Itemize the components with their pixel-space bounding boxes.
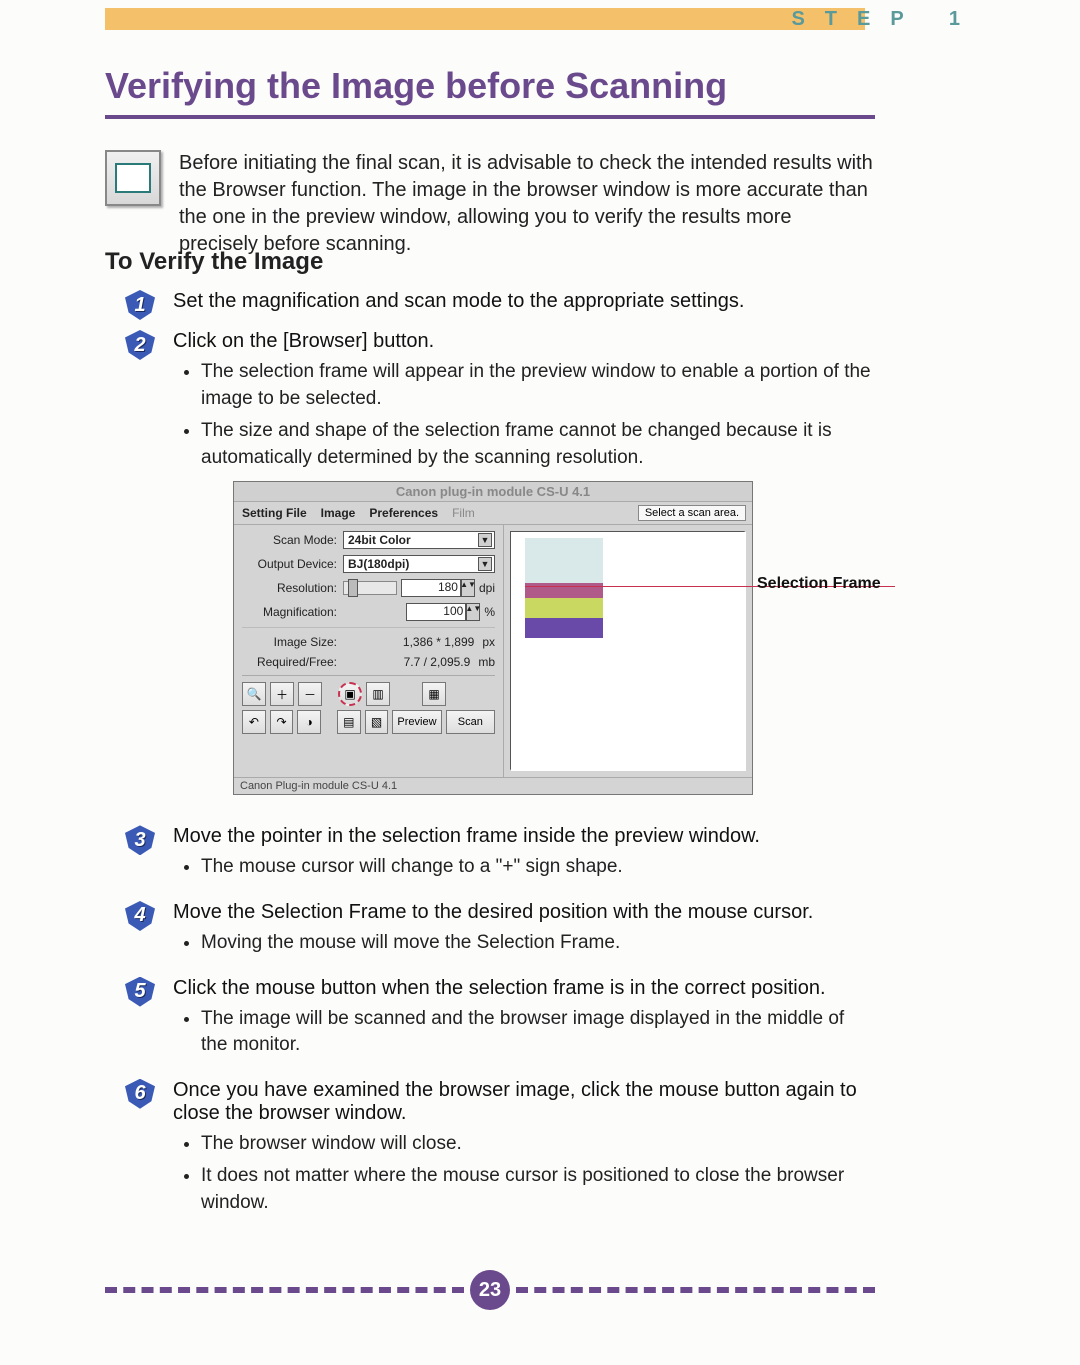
output-device-label: Output Device: xyxy=(242,557,337,571)
page-number: 23 xyxy=(470,1270,510,1310)
rotate-left-icon[interactable]: ↶ xyxy=(242,710,266,734)
step-number: 2 xyxy=(125,330,155,360)
step-item: 5 Click the mouse button when the select… xyxy=(125,977,875,1069)
header-bar xyxy=(105,8,865,30)
page-title: Verifying the Image before Scanning xyxy=(105,65,875,119)
scan-mode-select[interactable]: 24bit Color▼ xyxy=(343,531,495,549)
step-title: Click the mouse button when the selectio… xyxy=(173,977,875,1000)
step-number: 4 xyxy=(125,901,155,931)
step-number: 3 xyxy=(125,825,155,855)
step-bullet: The browser window will close. xyxy=(201,1131,875,1158)
required-free-unit: mb xyxy=(478,655,495,669)
page-footer: 23 xyxy=(105,1270,875,1310)
magnification-label: Magnification: xyxy=(242,605,337,619)
resolution-value[interactable]: 180 xyxy=(401,579,461,597)
step-bullet: The selection frame will appear in the p… xyxy=(201,359,875,412)
scan-icon[interactable]: ▦ xyxy=(422,682,446,706)
browser-icon xyxy=(105,150,161,206)
resolution-slider[interactable] xyxy=(343,581,397,595)
app-titlebar: Canon plug-in module CS-U 4.1 xyxy=(234,482,752,502)
step-number: 1 xyxy=(125,290,155,320)
step-item: 6 Once you have examined the browser ima… xyxy=(125,1079,875,1227)
rotate-right-icon[interactable]: ↷ xyxy=(270,710,294,734)
chevron-down-icon: ▼ xyxy=(478,557,492,571)
step-item: 4 Move the Selection Frame to the desire… xyxy=(125,901,875,967)
intro-text: Before initiating the final scan, it is … xyxy=(179,150,875,258)
preview-pane[interactable] xyxy=(510,531,746,771)
step-number: 6 xyxy=(125,1079,155,1109)
scan-mode-label: Scan Mode: xyxy=(242,533,337,547)
step-title: Move the pointer in the selection frame … xyxy=(173,825,875,848)
step-title: Click on the [Browser] button. xyxy=(173,330,875,353)
required-free-value: 7.7 / 2,095.9 xyxy=(343,655,474,669)
menu-image[interactable]: Image xyxy=(321,506,356,520)
steps-container: 1 Set the magnification and scan mode to… xyxy=(125,290,875,1237)
step-label: STEP 1 xyxy=(791,8,980,31)
footer-rule xyxy=(105,1287,464,1293)
step-item: 2 Click on the [Browser] button. The sel… xyxy=(125,330,875,815)
intro-block: Before initiating the final scan, it is … xyxy=(105,150,875,258)
image-size-label: Image Size: xyxy=(242,635,337,649)
browser-button[interactable]: ▣ xyxy=(338,682,362,706)
zoom-fit-icon[interactable]: 🔍 xyxy=(242,682,266,706)
zoom-in-icon[interactable]: ＋ xyxy=(270,682,294,706)
step-number: 5 xyxy=(125,977,155,1007)
adjust-icon[interactable]: ◑ xyxy=(297,710,321,734)
chevron-down-icon: ▼ xyxy=(478,533,492,547)
step-bullet: The image will be scanned and the browse… xyxy=(201,1006,875,1059)
sub-heading: To Verify the Image xyxy=(105,248,323,276)
output-device-select[interactable]: BJ(180dpi)▼ xyxy=(343,555,495,573)
selection-frame-label: Selection Frame xyxy=(757,575,881,593)
preview-icon[interactable]: ▥ xyxy=(366,682,390,706)
footer-rule xyxy=(516,1287,875,1293)
step-bullet: Moving the mouse will move the Selection… xyxy=(201,930,875,957)
hint-box: Select a scan area. xyxy=(638,505,746,521)
image-size-value: 1,386 * 1,899 xyxy=(343,635,478,649)
resolution-label: Resolution: xyxy=(242,581,337,595)
magnification-value[interactable]: 100 xyxy=(406,603,466,621)
resolution-unit: dpi xyxy=(479,581,495,595)
menu-setting-file[interactable]: Setting File xyxy=(242,506,307,520)
status-bar: Canon Plug-in module CS-U 4.1 xyxy=(234,777,752,794)
scan-button[interactable]: Scan xyxy=(446,710,495,734)
menu-film: Film xyxy=(452,506,475,520)
tool-icon[interactable]: ▧ xyxy=(365,710,389,734)
app-window: Canon plug-in module CS-U 4.1 Setting Fi… xyxy=(233,481,753,795)
preview-image xyxy=(525,538,603,638)
required-free-label: Required/Free: xyxy=(242,655,337,669)
step-bullet: The mouse cursor will change to a "+" si… xyxy=(201,854,875,881)
spinner[interactable]: ▲▼ xyxy=(461,579,475,597)
step-title: Once you have examined the browser image… xyxy=(173,1079,875,1125)
menu-preferences[interactable]: Preferences xyxy=(369,506,438,520)
step-title: Set the magnification and scan mode to t… xyxy=(173,290,875,313)
spinner[interactable]: ▲▼ xyxy=(466,603,480,621)
image-size-unit: px xyxy=(482,635,495,649)
step-bullet: It does not matter where the mouse curso… xyxy=(201,1163,875,1216)
step-item: 1 Set the magnification and scan mode to… xyxy=(125,290,875,320)
magnification-unit: % xyxy=(484,605,495,619)
settings-panel: Scan Mode: 24bit Color▼ Output Device: B… xyxy=(234,525,504,777)
preview-button[interactable]: Preview xyxy=(392,710,441,734)
zoom-out-icon[interactable]: － xyxy=(298,682,322,706)
slider-thumb[interactable] xyxy=(348,579,358,597)
step-title: Move the Selection Frame to the desired … xyxy=(173,901,875,924)
step-bullet: The size and shape of the selection fram… xyxy=(201,418,875,471)
tool-icon[interactable]: ▤ xyxy=(337,710,361,734)
step-item: 3 Move the pointer in the selection fram… xyxy=(125,825,875,891)
toolbar: 🔍 ＋ － ▣ ▥ ▦ ↶ ↷ xyxy=(242,675,495,734)
